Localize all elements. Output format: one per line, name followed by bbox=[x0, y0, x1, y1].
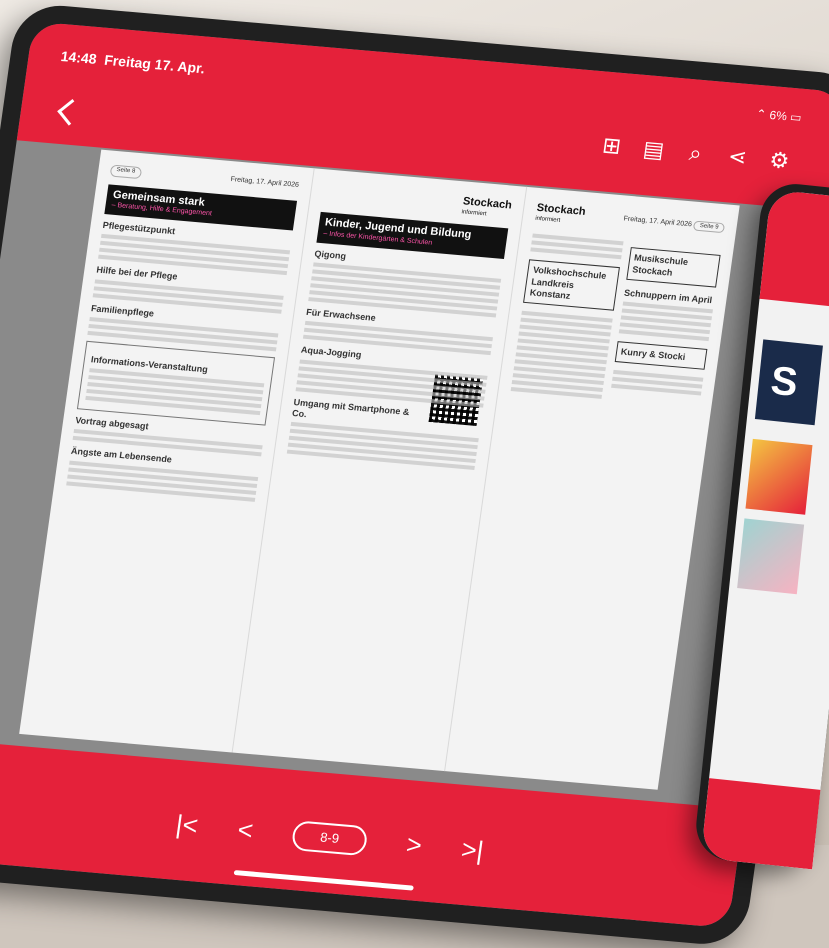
phone-top-bar bbox=[759, 189, 829, 311]
s-logo-icon: S bbox=[768, 358, 800, 406]
phone-bottom-bar bbox=[700, 778, 821, 870]
logo: Stockach informiert bbox=[534, 201, 587, 224]
page-nav: |< < 8-9 > >| bbox=[0, 787, 738, 889]
home-indicator bbox=[233, 869, 414, 891]
toolbar: ⊞ ▤ ⌕ ⋖ ⚙ bbox=[598, 132, 793, 174]
phone-image bbox=[737, 518, 805, 595]
page-indicator[interactable]: 8-9 bbox=[290, 819, 369, 856]
first-page-icon[interactable]: |< bbox=[174, 809, 200, 842]
prev-page-icon[interactable]: < bbox=[236, 814, 255, 846]
back-icon[interactable] bbox=[57, 99, 85, 126]
document-icon[interactable]: ▤ bbox=[640, 136, 667, 163]
status-battery: ⌃ 6% ▭ bbox=[755, 106, 803, 125]
info-box: Informations-Veranstaltung bbox=[76, 340, 275, 426]
logo: Stockach informiert bbox=[461, 195, 513, 218]
date-label: Freitag, 17. April 2026 bbox=[230, 176, 300, 190]
section-box: Volkshochschule Landkreis Konstanz bbox=[523, 259, 620, 311]
grid-icon[interactable]: ⊞ bbox=[598, 132, 625, 159]
page-label: Seite 8 bbox=[109, 164, 142, 179]
gear-icon[interactable]: ⚙ bbox=[766, 147, 793, 174]
phone-image bbox=[745, 438, 813, 515]
share-icon[interactable]: ⋖ bbox=[724, 143, 751, 170]
section-box: Kunry & Stocki bbox=[614, 341, 708, 371]
last-page-icon[interactable]: >| bbox=[459, 834, 486, 867]
section-box: Musikschule Stockach bbox=[625, 247, 721, 288]
next-page-icon[interactable]: > bbox=[404, 829, 424, 861]
search-icon[interactable]: ⌕ bbox=[682, 140, 709, 167]
status-time: 14:48 Freitag 17. Apr. bbox=[59, 47, 206, 77]
magazine-spread[interactable]: Seite 8 Freitag, 17. April 2026 Gemeinsa… bbox=[19, 149, 740, 790]
